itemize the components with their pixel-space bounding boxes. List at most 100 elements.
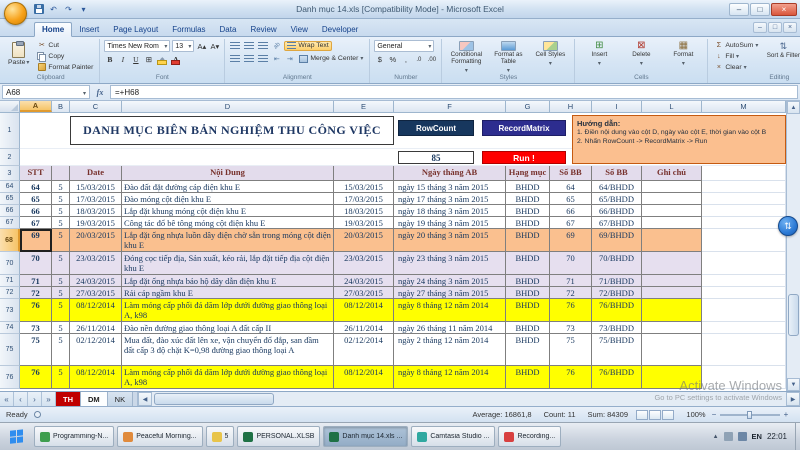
bold-button[interactable]: B bbox=[104, 54, 115, 65]
zoom-slider[interactable]: − + bbox=[710, 410, 790, 419]
tab-page-layout[interactable]: Page Layout bbox=[106, 23, 165, 37]
cell-72-2[interactable]: 27/03/2015 bbox=[70, 287, 122, 299]
tray-expand-icon[interactable]: ▲ bbox=[713, 434, 719, 440]
cell-66-6[interactable]: BHDD bbox=[506, 205, 550, 217]
cell-71-1[interactable]: 5 bbox=[52, 275, 70, 287]
cell-70-6[interactable]: BHDD bbox=[506, 252, 550, 275]
cell-67-1[interactable]: 5 bbox=[52, 217, 70, 229]
save-button[interactable] bbox=[32, 3, 45, 15]
macro-record-icon[interactable] bbox=[33, 411, 41, 418]
cell-68-3[interactable]: Lắp đặt ống nhựa luồn dây điện chờ sẵn t… bbox=[122, 229, 334, 252]
cell-67-9[interactable] bbox=[642, 217, 702, 229]
workbook-restore-button[interactable]: □ bbox=[768, 22, 782, 33]
cell-76-5[interactable]: ngày 8 tháng 12 năm 2014 bbox=[394, 366, 506, 389]
cell-74-9[interactable] bbox=[642, 322, 702, 334]
row-header-65[interactable]: 65 bbox=[0, 193, 20, 205]
cell-67-7[interactable]: 67 bbox=[550, 217, 592, 229]
cell-73-0[interactable]: 76 bbox=[20, 299, 52, 322]
cell-64-2[interactable]: 15/03/2015 bbox=[70, 181, 122, 193]
next-sheet-button[interactable]: › bbox=[28, 392, 42, 406]
row-header-64[interactable]: 64 bbox=[0, 181, 20, 193]
row-header-2[interactable]: 2 bbox=[0, 149, 20, 166]
cell-66-0[interactable]: 66 bbox=[20, 205, 52, 217]
cell-66-m[interactable] bbox=[702, 205, 786, 217]
cell-75-3[interactable]: Mua đất, đào xúc đất lên xe, vận chuyển … bbox=[122, 334, 334, 366]
cell-70-2[interactable]: 23/03/2015 bbox=[70, 252, 122, 275]
cell-71-3[interactable]: Lắp đặt ống nhựa bảo hộ dây dẫn điện khu… bbox=[122, 275, 334, 287]
cell-73-9[interactable] bbox=[642, 299, 702, 322]
cell-73-m[interactable] bbox=[702, 299, 786, 322]
cell-75-9[interactable] bbox=[642, 334, 702, 366]
cell-71-8[interactable]: 71/BHDD bbox=[592, 275, 642, 287]
previous-sheet-button[interactable]: ‹ bbox=[14, 392, 28, 406]
cell-68-7[interactable]: 69 bbox=[550, 229, 592, 252]
vertical-scroll-thumb[interactable] bbox=[788, 293, 799, 336]
cell-76-m[interactable] bbox=[702, 366, 786, 389]
fill-color-button[interactable] bbox=[156, 54, 168, 65]
cell-76-7[interactable]: 76 bbox=[550, 366, 592, 389]
cell-75-5[interactable]: ngày 2 tháng 12 năm 2014 bbox=[394, 334, 506, 366]
cell-67-m[interactable] bbox=[702, 217, 786, 229]
autosum-button[interactable]: Σ AutoSum bbox=[712, 40, 760, 50]
cell-71-4[interactable]: 24/03/2015 bbox=[334, 275, 394, 287]
clear-button[interactable]: × Clear bbox=[712, 62, 760, 72]
recordmatrix-button[interactable]: RecordMatrix bbox=[482, 120, 566, 136]
tray-volume-icon[interactable] bbox=[737, 432, 747, 441]
taskbar-item-4[interactable]: Danh mục 14.xls ... bbox=[323, 426, 409, 447]
cell-70-m[interactable] bbox=[702, 252, 786, 275]
align-top-button[interactable] bbox=[229, 40, 241, 51]
cell-68-5[interactable]: ngày 20 tháng 3 năm 2015 bbox=[394, 229, 506, 252]
cell-74-3[interactable]: Đào nền đường giao thông loại A đất cấp … bbox=[122, 322, 334, 334]
row-header-1[interactable]: 1 bbox=[0, 113, 20, 149]
cell-68-9[interactable] bbox=[642, 229, 702, 252]
close-button[interactable]: × bbox=[771, 2, 797, 16]
cell-70-7[interactable]: 70 bbox=[550, 252, 592, 275]
row-header-74[interactable]: 74 bbox=[0, 322, 20, 334]
cell-70-0[interactable]: 70 bbox=[20, 252, 52, 275]
cell-65-6[interactable]: BHDD bbox=[506, 193, 550, 205]
floating-widget-button[interactable]: ⇅ bbox=[778, 216, 798, 236]
cell-75-8[interactable]: 75/BHDD bbox=[592, 334, 642, 366]
cell-72-3[interactable]: Rải cáp ngầm khu E bbox=[122, 287, 334, 299]
cell-75-m[interactable] bbox=[702, 334, 786, 366]
page-layout-view-button[interactable] bbox=[649, 409, 661, 420]
cell-71-5[interactable]: ngày 24 tháng 3 năm 2015 bbox=[394, 275, 506, 287]
cell-71-2[interactable]: 24/03/2015 bbox=[70, 275, 122, 287]
undo-button[interactable]: ↶ bbox=[47, 3, 60, 15]
sort-filter-button[interactable]: ⇅ Sort & Filter bbox=[763, 40, 800, 72]
cell-66-5[interactable]: ngày 18 tháng 3 năm 2015 bbox=[394, 205, 506, 217]
start-button[interactable] bbox=[0, 423, 34, 450]
cell-76-9[interactable] bbox=[642, 366, 702, 389]
fill-button[interactable]: ↓ Fill bbox=[712, 51, 760, 61]
styles-button-1[interactable]: Format as Table bbox=[488, 40, 528, 75]
scroll-down-button[interactable] bbox=[787, 378, 800, 391]
cell-71-6[interactable]: BHDD bbox=[506, 275, 550, 287]
formula-input[interactable]: =+H68 bbox=[110, 85, 798, 99]
cell-75-7[interactable]: 75 bbox=[550, 334, 592, 366]
minimize-button[interactable]: – bbox=[729, 2, 749, 16]
zoom-slider-thumb[interactable] bbox=[747, 410, 752, 419]
row-header-68[interactable]: 68 bbox=[0, 229, 20, 252]
cell-64-7[interactable]: 64 bbox=[550, 181, 592, 193]
cell-66-2[interactable]: 18/03/2015 bbox=[70, 205, 122, 217]
clock[interactable]: 22:01 bbox=[767, 432, 787, 441]
zoom-level[interactable]: 100% bbox=[682, 410, 710, 419]
cell-71-m[interactable] bbox=[702, 275, 786, 287]
tab-data[interactable]: Data bbox=[213, 23, 244, 37]
cell-68-4[interactable]: 20/03/2015 bbox=[334, 229, 394, 252]
cell-67-6[interactable]: BHDD bbox=[506, 217, 550, 229]
run-button[interactable]: Run ! bbox=[482, 151, 566, 164]
cell-65-3[interactable]: Đào móng cột điện khu E bbox=[122, 193, 334, 205]
column-header-B[interactable]: B bbox=[52, 101, 70, 112]
styles-button-2[interactable]: Cell Styles bbox=[530, 40, 570, 75]
cut-button[interactable]: ✂ Cut bbox=[35, 40, 95, 50]
cell-70-1[interactable]: 5 bbox=[52, 252, 70, 275]
row-header-67[interactable]: 67 bbox=[0, 217, 20, 229]
office-button[interactable] bbox=[4, 2, 27, 25]
increase-decimal-button[interactable]: .0 bbox=[413, 54, 424, 65]
cell-64-3[interactable]: Đào đất đặt đường cáp điện khu E bbox=[122, 181, 334, 193]
font-size-select[interactable]: 13 bbox=[172, 40, 195, 52]
decrease-indent-button[interactable] bbox=[271, 53, 282, 64]
font-color-button[interactable]: A bbox=[170, 54, 181, 65]
zoom-out-icon[interactable]: − bbox=[710, 410, 718, 419]
